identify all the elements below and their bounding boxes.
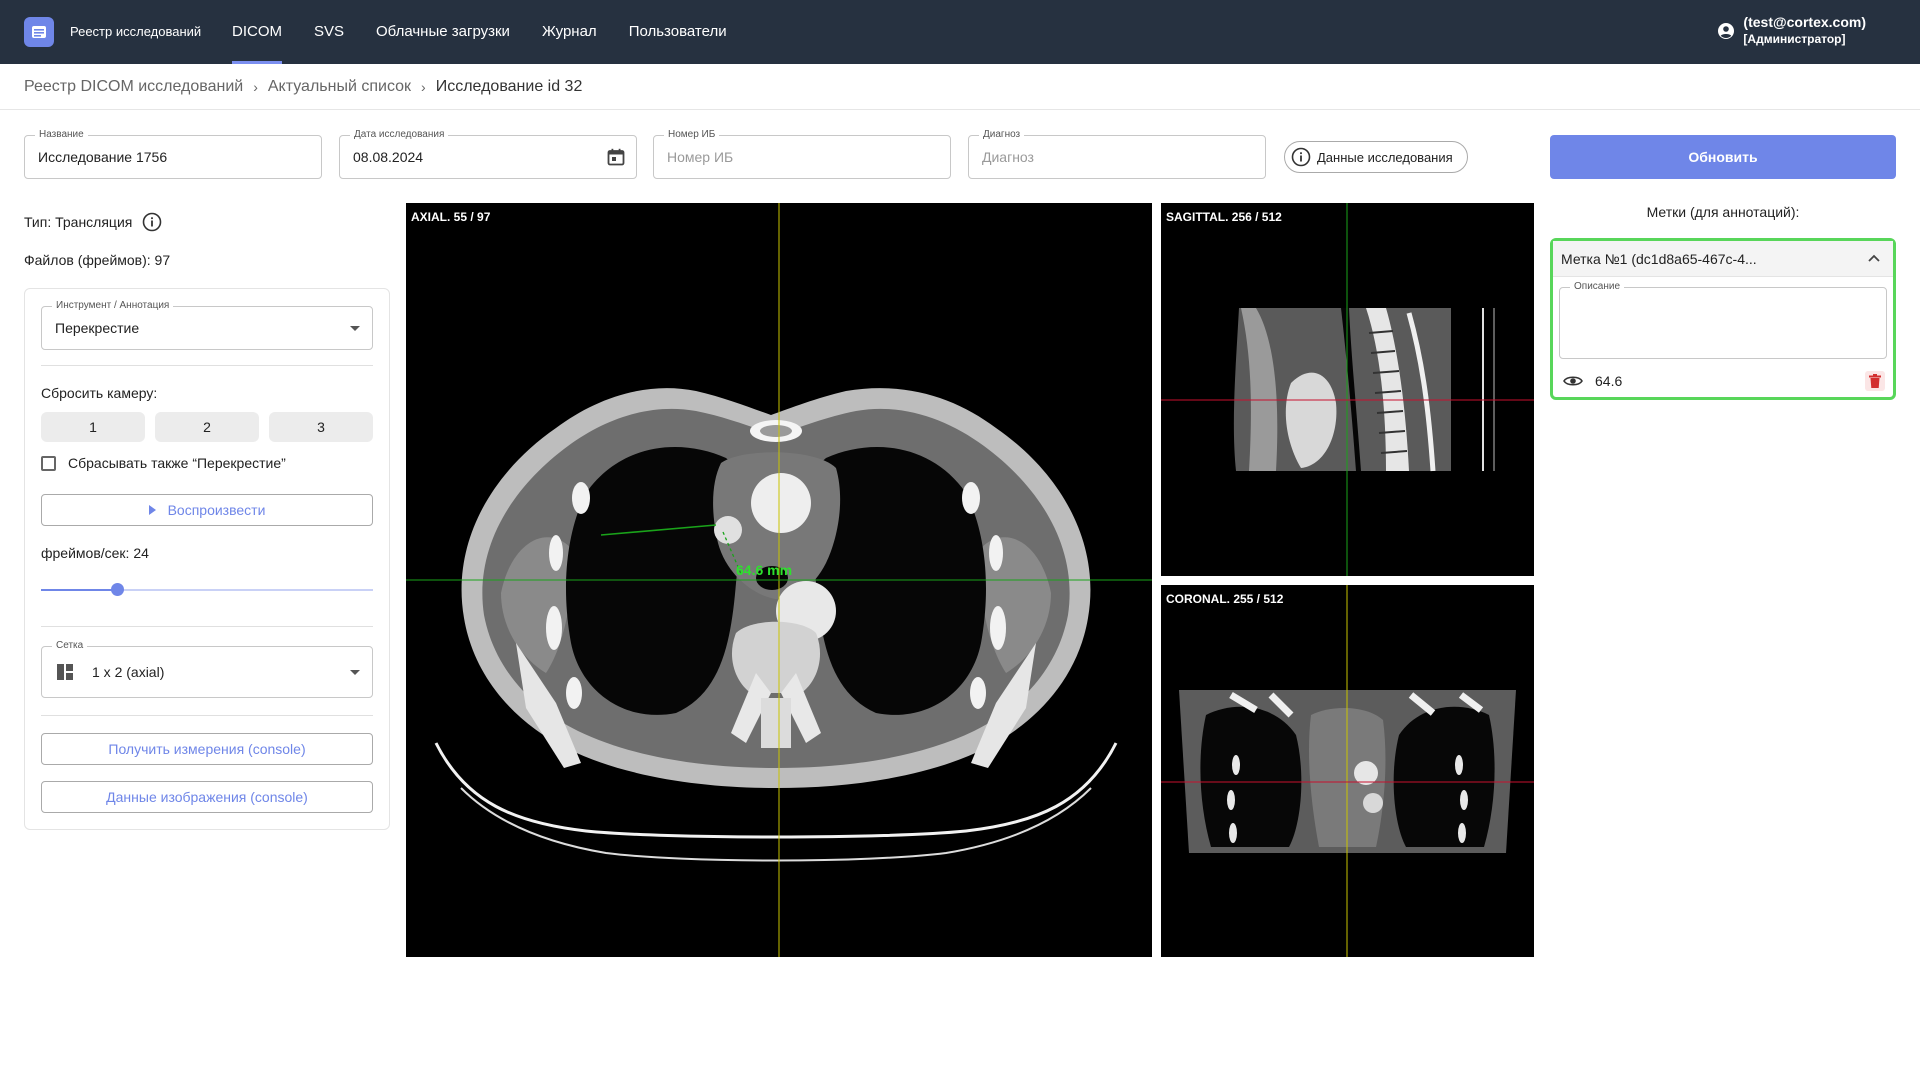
app-logo-icon[interactable]: [24, 17, 54, 47]
grid-layout-select[interactable]: Сетка 1 x 2 (axial): [41, 640, 373, 698]
user-email: (test@cortex.com): [1743, 14, 1866, 30]
date-field-value: 08.08.2024: [353, 149, 424, 165]
study-type: Тип: Трансляция: [24, 212, 162, 232]
coronal-viewport[interactable]: CORONAL. 255 / 512: [1161, 585, 1534, 957]
nav-item-dicom[interactable]: DICOM: [216, 0, 298, 64]
reset-crosshair-label: Сбрасывать также “Перекрестие”: [68, 455, 286, 471]
play-icon: [148, 505, 156, 515]
case-number-field[interactable]: Номер ИБ Номер ИБ: [653, 129, 951, 179]
reset-camera-2-button[interactable]: 2: [155, 412, 259, 442]
axial-ct-image: 64.6 mm: [406, 203, 1152, 957]
info-icon[interactable]: [142, 212, 162, 232]
diagnosis-placeholder: Диагноз: [982, 149, 1034, 165]
section-divider: [41, 365, 373, 366]
mark-card: Метка №1 (dc1d8a65-467c-4... Описание 64…: [1550, 238, 1896, 400]
top-bar: Реестр исследований DICOM SVS Облачные з…: [0, 0, 1920, 64]
breadcrumb-dicom-registry[interactable]: Реестр DICOM исследований: [24, 78, 243, 96]
reset-camera-1-button[interactable]: 1: [41, 412, 145, 442]
diagnosis-field[interactable]: Диагноз Диагноз: [968, 129, 1266, 179]
reset-camera-label: Сбросить камеру:: [41, 385, 158, 401]
grid-layout-icon: [57, 664, 73, 680]
marks-title: Метки (для аннотаций):: [1646, 204, 1800, 220]
eye-icon[interactable]: [1563, 374, 1583, 388]
nav-item-users[interactable]: Пользователи: [613, 0, 743, 64]
mark-label: Метка №1 (dc1d8a65-467c-4...: [1561, 251, 1757, 267]
breadcrumb-current-study: Исследование id 32: [435, 78, 583, 95]
mark-description-label: Описание: [1570, 281, 1625, 293]
get-measurements-button[interactable]: Получить измерения (console): [41, 733, 373, 765]
user-role: [Администратор]: [1743, 32, 1846, 46]
mark-footer: 64.6: [1563, 369, 1885, 393]
mark-description-field[interactable]: Описание: [1559, 281, 1887, 359]
study-type-text: Тип: Трансляция: [24, 214, 133, 230]
breadcrumb-actual-list[interactable]: Актуальный список: [268, 78, 411, 96]
fps-slider-thumb[interactable]: [111, 583, 124, 596]
coronal-ct-image: [1161, 585, 1534, 957]
name-field-value: Исследование 1756: [38, 149, 168, 165]
nav-item-cloud-uploads[interactable]: Облачные загрузки: [360, 0, 526, 64]
calendar-icon[interactable]: [606, 147, 626, 167]
user-menu[interactable]: (test@cortex.com) [Администратор]: [1717, 14, 1866, 48]
tools-panel: Инструмент / Аннотация Перекрестие Сброс…: [24, 288, 390, 830]
mark-value: 64.6: [1595, 373, 1623, 389]
dropdown-arrow-icon: [350, 326, 360, 331]
chevron-right-icon: ›: [253, 79, 258, 95]
tool-select[interactable]: Инструмент / Аннотация Перекрестие: [41, 300, 373, 350]
coronal-viewport-label: CORONAL. 255 / 512: [1166, 592, 1284, 606]
reset-crosshair-checkbox[interactable]: [41, 455, 56, 471]
chevron-up-icon[interactable]: [1867, 251, 1881, 265]
reset-crosshair-option[interactable]: Сбрасывать также “Перекрестие”: [41, 455, 286, 471]
sagittal-viewport-label: SAGITTAL. 256 / 512: [1166, 210, 1282, 224]
image-data-button[interactable]: Данные изображения (console): [41, 781, 373, 813]
date-field[interactable]: Дата исследования 08.08.2024: [339, 129, 637, 179]
reset-camera-3-button[interactable]: 3: [269, 412, 373, 442]
play-button-label: Воспроизвести: [167, 502, 266, 518]
measurement-label[interactable]: 64.6 mm: [736, 562, 792, 578]
grid-layout-value: 1 x 2 (axial): [92, 664, 165, 680]
account-circle-icon: [1718, 23, 1735, 39]
main-nav: DICOM SVS Облачные загрузки Журнал Польз…: [216, 0, 743, 64]
fps-label: фреймов/сек: 24: [41, 545, 149, 561]
mark-card-header[interactable]: Метка №1 (dc1d8a65-467c-4...: [1553, 241, 1893, 277]
nav-item-journal[interactable]: Журнал: [526, 0, 613, 64]
fps-slider-track: [41, 589, 117, 591]
section-divider: [41, 626, 373, 627]
sagittal-ct-image: [1161, 203, 1534, 576]
study-data-button[interactable]: Данные исследования: [1284, 141, 1468, 173]
sagittal-viewport[interactable]: SAGITTAL. 256 / 512: [1161, 203, 1534, 576]
tool-select-value: Перекрестие: [55, 320, 140, 336]
update-button[interactable]: Обновить: [1550, 135, 1896, 179]
breadcrumb: Реестр DICOM исследований › Актуальный с…: [24, 64, 582, 110]
breadcrumb-divider: [0, 109, 1920, 110]
delete-mark-button[interactable]: [1865, 371, 1885, 391]
name-field[interactable]: Название Исследование 1756: [24, 129, 322, 179]
fps-slider[interactable]: [41, 582, 373, 598]
dropdown-arrow-icon: [350, 670, 360, 675]
files-count: Файлов (фреймов): 97: [24, 252, 171, 268]
play-button[interactable]: Воспроизвести: [41, 494, 373, 526]
case-number-placeholder: Номер ИБ: [667, 149, 734, 165]
axial-viewport[interactable]: 64.6 mm AXIAL. 55 / 97: [406, 203, 1152, 957]
trash-icon: [1869, 374, 1881, 388]
nav-item-svs[interactable]: SVS: [298, 0, 360, 64]
grid-layout-label: Сетка: [52, 640, 88, 652]
study-data-button-label: Данные исследования: [1317, 149, 1453, 165]
info-icon: [1291, 147, 1311, 167]
app-title[interactable]: Реестр исследований: [70, 0, 201, 64]
chevron-right-icon: ›: [421, 79, 426, 95]
axial-viewport-label: AXIAL. 55 / 97: [411, 210, 491, 224]
section-divider: [41, 715, 373, 716]
